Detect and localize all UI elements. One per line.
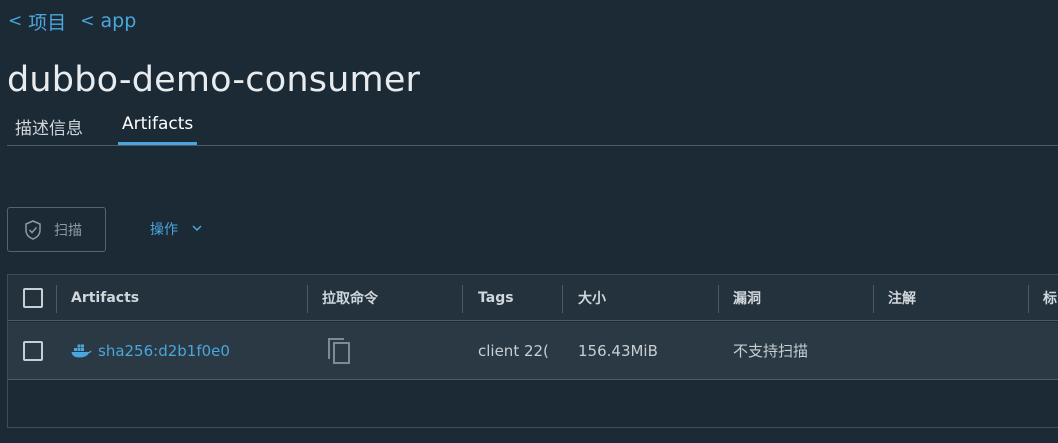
- pull-command-cell: [326, 322, 352, 379]
- select-all-checkbox[interactable]: [23, 287, 43, 308]
- tab-description[interactable]: 描述信息: [11, 114, 87, 145]
- column-header-artifacts[interactable]: Artifacts: [71, 275, 139, 320]
- column-divider: [873, 285, 874, 313]
- tags-cell: client 22(: [478, 341, 549, 360]
- copy-icon[interactable]: [326, 337, 352, 365]
- column-divider: [1028, 285, 1029, 313]
- column-header-labels[interactable]: 标: [1043, 275, 1057, 320]
- column-header-pull-command[interactable]: 拉取命令: [322, 275, 378, 320]
- action-dropdown[interactable]: 操作: [150, 219, 202, 239]
- artifact-cell: sha256:d2b1f0e0: [71, 322, 230, 379]
- scan-button[interactable]: 扫描: [7, 207, 106, 252]
- page-title: dubbo-demo-consumer: [7, 60, 421, 100]
- table-header: Artifacts 拉取命令 Tags 大小 漏洞 注解 标: [8, 275, 1058, 321]
- row-select-cell: [23, 322, 43, 379]
- select-all-cell: [23, 275, 43, 320]
- column-divider: [718, 285, 719, 313]
- column-divider: [562, 285, 563, 313]
- chevron-down-icon: [192, 224, 202, 235]
- chevron-left-icon: <: [8, 11, 23, 31]
- vulnerability-cell: 不支持扫描: [733, 342, 809, 360]
- breadcrumb-project[interactable]: < 项目: [8, 8, 66, 35]
- column-header-annotations[interactable]: 注解: [888, 275, 916, 320]
- column-header-vulnerabilities[interactable]: 漏洞: [733, 275, 761, 320]
- column-divider: [307, 285, 308, 313]
- tab-artifacts[interactable]: Artifacts: [118, 114, 198, 145]
- artifact-digest-link[interactable]: sha256:d2b1f0e0: [98, 342, 230, 360]
- table-row[interactable]: sha256:d2b1f0e0 client 22( 156.43MiB 不支持…: [8, 322, 1058, 380]
- chevron-left-icon: <: [80, 11, 95, 31]
- column-divider: [462, 285, 463, 313]
- breadcrumb: < 项目 < app: [8, 8, 150, 35]
- scan-button-label: 扫描: [54, 222, 82, 239]
- breadcrumb-repository[interactable]: < app: [80, 10, 136, 32]
- column-header-size[interactable]: 大小: [578, 275, 606, 320]
- column-header-tags[interactable]: Tags: [478, 275, 514, 320]
- breadcrumb-repository-label: app: [100, 10, 137, 32]
- tab-bar: 描述信息 Artifacts: [7, 108, 1058, 146]
- row-checkbox[interactable]: [23, 340, 43, 361]
- artifacts-table: Artifacts 拉取命令 Tags 大小 漏洞 注解 标 sha256:d2…: [7, 274, 1058, 428]
- breadcrumb-project-label: 项目: [28, 11, 67, 34]
- action-dropdown-label: 操作: [150, 222, 178, 238]
- shield-check-icon: [25, 219, 41, 240]
- column-divider: [56, 285, 57, 313]
- size-cell: 156.43MiB: [578, 341, 658, 360]
- docker-whale-icon: [71, 344, 92, 358]
